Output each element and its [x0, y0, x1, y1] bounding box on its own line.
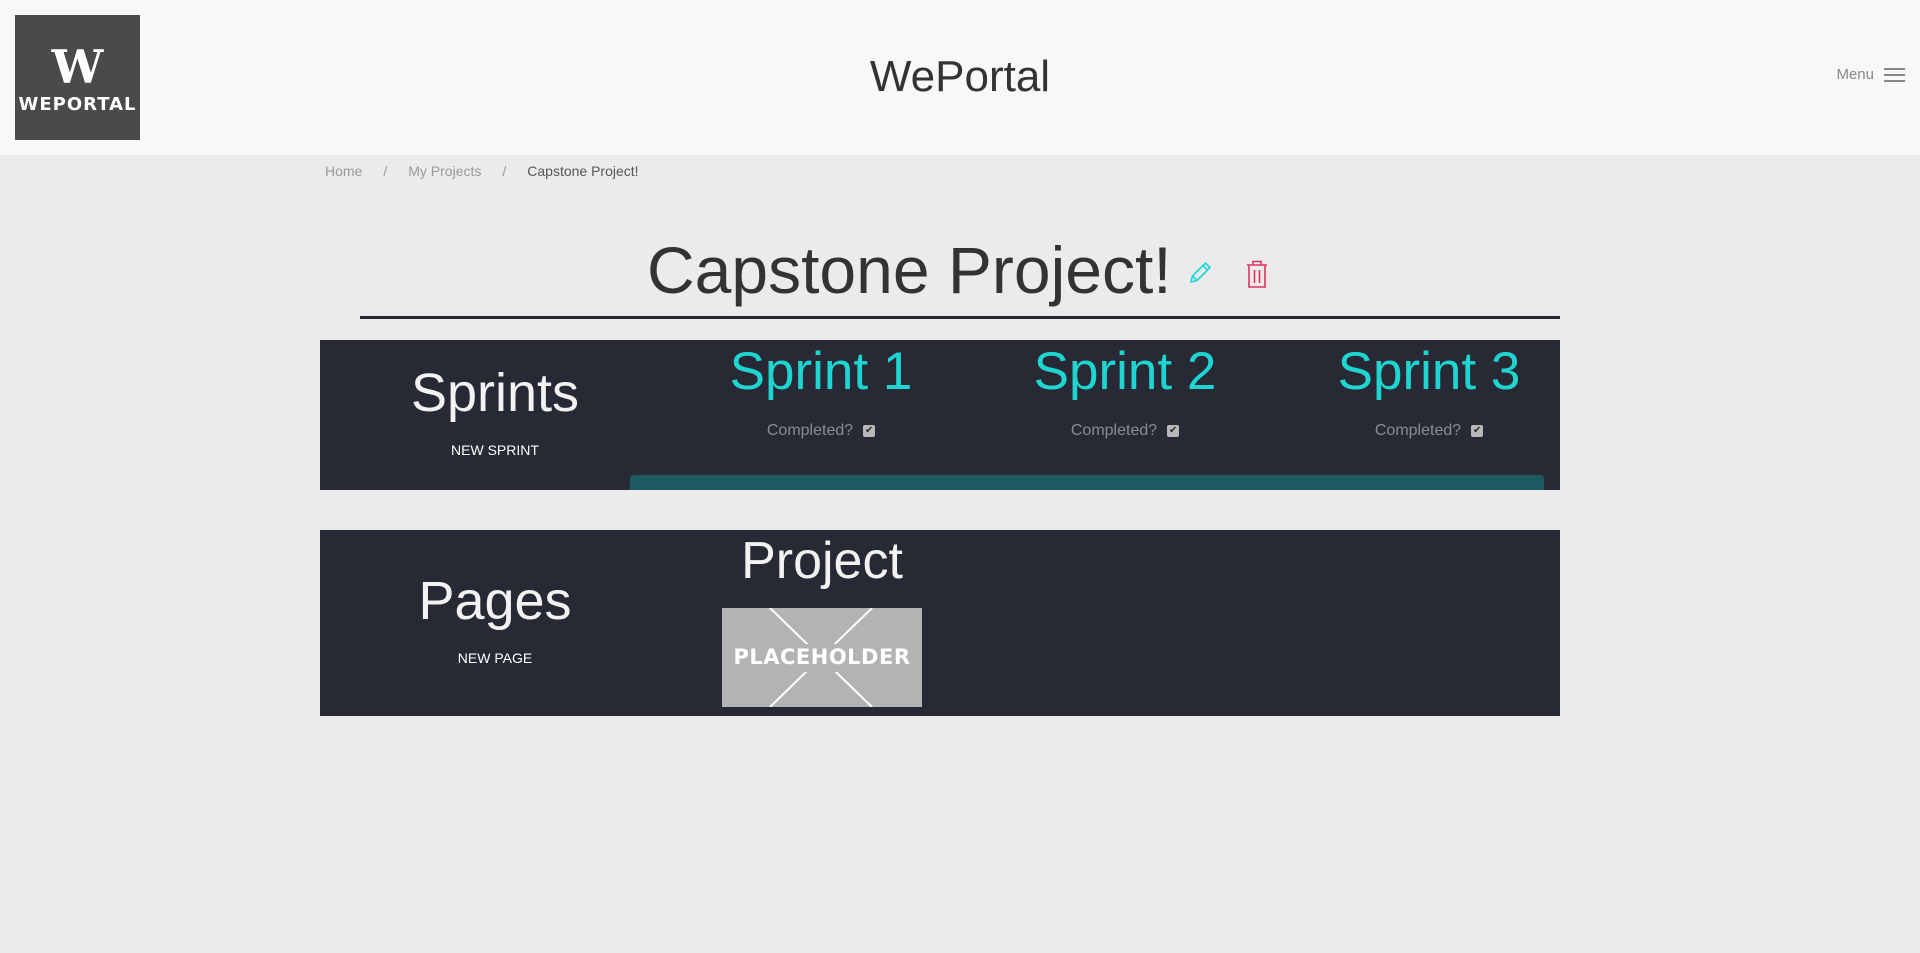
sprint-card[interactable]: Sprint 3 Completed? ✔ [1264, 342, 1594, 440]
sprint-name[interactable]: Sprint 3 [1264, 342, 1594, 402]
completed-checkbox[interactable]: ✔ [1471, 425, 1484, 437]
sprints-panel: Sprints NEW SPRINT Sprint 1 Completed? ✔… [320, 340, 1560, 490]
completed-label: Completed? [766, 422, 854, 439]
menu-button[interactable]: Menu [1836, 66, 1905, 83]
sprint-name[interactable]: Sprint 2 [960, 342, 1290, 402]
breadcrumb-separator: / [502, 163, 507, 179]
breadcrumb-current: Capstone Project! [527, 163, 639, 179]
placeholder-label: PLACEHOLDER [733, 645, 911, 669]
trash-icon[interactable] [1245, 259, 1269, 289]
new-sprint-button[interactable]: NEW SPRINT [451, 442, 539, 458]
pages-heading: Pages [418, 571, 572, 631]
completed-checkbox[interactable]: ✔ [863, 425, 876, 437]
breadcrumb: Home / My Projects / Capstone Project! [325, 163, 639, 179]
title-divider [360, 316, 1560, 319]
sprint-name[interactable]: Sprint 1 [656, 342, 986, 402]
pages-panel: Pages NEW PAGE Project PLACEHOLDER [320, 530, 1560, 716]
sprint-status: Completed? ✔ [656, 422, 986, 440]
project-title: Capstone Project! [647, 233, 1172, 307]
completed-label: Completed? [1070, 422, 1158, 439]
sprint-status: Completed? ✔ [1264, 422, 1594, 440]
site-title: WePortal [869, 52, 1051, 101]
breadcrumb-separator: / [383, 163, 388, 179]
breadcrumb-home[interactable]: Home [325, 163, 362, 179]
menu-label: Menu [1836, 66, 1874, 83]
sprint-card[interactable]: Sprint 2 Completed? ✔ [960, 342, 1290, 440]
completed-checkbox[interactable]: ✔ [1167, 425, 1180, 437]
sprints-header: Sprints NEW SPRINT [320, 362, 670, 460]
pencil-icon[interactable] [1187, 260, 1213, 286]
sprint-scrollbar[interactable] [630, 475, 1544, 490]
site-header: W WEPORTAL WePortal Menu [0, 0, 1920, 155]
pages-header: Pages NEW PAGE [320, 570, 670, 668]
completed-label: Completed? [1374, 422, 1462, 439]
sprint-card[interactable]: Sprint 1 Completed? ✔ [656, 342, 986, 440]
hamburger-icon [1884, 67, 1905, 83]
sprints-heading: Sprints [410, 363, 580, 423]
page-thumbnail[interactable]: PLACEHOLDER [722, 608, 922, 707]
breadcrumb-my-projects[interactable]: My Projects [408, 163, 481, 179]
sprint-status: Completed? ✔ [960, 422, 1290, 440]
page-card[interactable]: Project PLACEHOLDER [722, 530, 922, 707]
new-page-button[interactable]: NEW PAGE [458, 650, 532, 666]
page-title[interactable]: Project [722, 530, 922, 592]
